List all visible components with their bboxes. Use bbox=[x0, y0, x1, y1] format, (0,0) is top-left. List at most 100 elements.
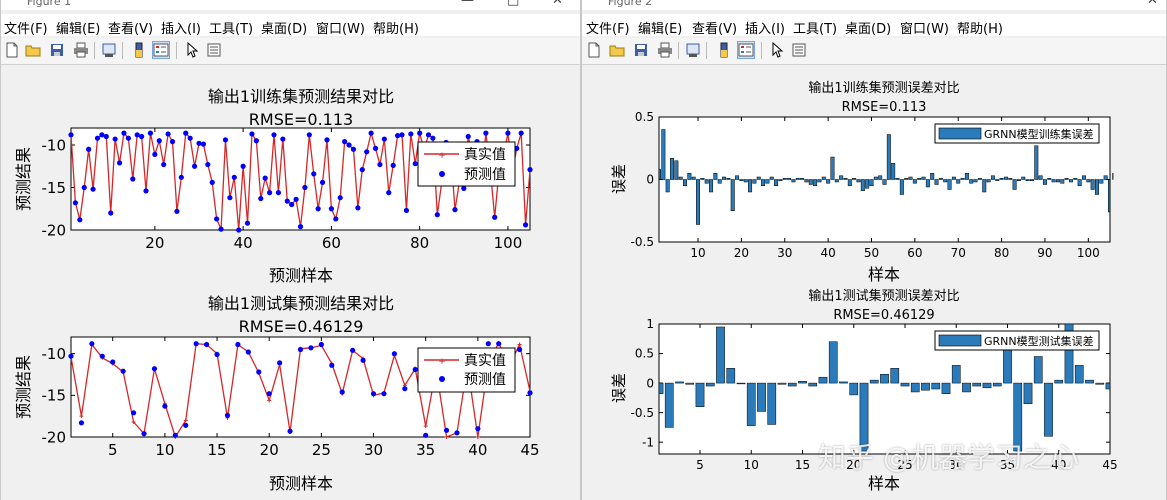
predicted-value-point bbox=[78, 420, 85, 426]
menu-insert[interactable]: 插入(I) bbox=[161, 18, 201, 37]
predicted-value-point bbox=[412, 161, 418, 167]
predicted-value-point bbox=[402, 386, 408, 392]
menu-desktop[interactable]: 桌面(D) bbox=[261, 18, 307, 37]
x-tick-label: 20 bbox=[145, 234, 164, 252]
menu-view[interactable]: 查看(V) bbox=[108, 18, 153, 37]
error-bar bbox=[921, 176, 926, 180]
predicted-value-point bbox=[522, 222, 529, 228]
figure-1-window: Figure 1 — □ ✕ 文件(F) 编辑(E) 查看(V) 插入(I) 工… bbox=[0, 0, 581, 500]
error-bar bbox=[992, 382, 1002, 387]
error-bar bbox=[869, 179, 874, 186]
predicted-value-point bbox=[99, 353, 105, 359]
legend-label: 真实值 bbox=[464, 353, 506, 369]
error-bar bbox=[700, 178, 705, 180]
menu-tools[interactable]: 工具(T) bbox=[209, 18, 253, 37]
predicted-value-point bbox=[227, 195, 233, 201]
error-bar bbox=[999, 178, 1004, 180]
legend-icon[interactable] bbox=[152, 41, 170, 59]
edit-plot-icon[interactable] bbox=[206, 42, 222, 58]
print-icon[interactable] bbox=[73, 42, 89, 58]
error-bar bbox=[900, 382, 910, 387]
predicted-value-point bbox=[147, 130, 154, 136]
open-folder-icon[interactable] bbox=[609, 42, 625, 58]
error-bar bbox=[778, 179, 783, 181]
predicted-value-point bbox=[391, 351, 397, 357]
predicted-value-point bbox=[256, 369, 262, 375]
menu-edit[interactable]: 编辑(E) bbox=[56, 18, 100, 37]
legend-icon[interactable] bbox=[737, 41, 755, 59]
predicted-value-point bbox=[139, 133, 145, 140]
predicted-value-point bbox=[518, 130, 524, 136]
predicted-value-point bbox=[527, 390, 533, 396]
menu-window[interactable]: 窗口(W) bbox=[900, 18, 949, 37]
error-bar bbox=[767, 382, 777, 425]
new-file-icon[interactable] bbox=[586, 42, 602, 58]
chart-title: 输出1测试集预测误差对比 bbox=[808, 288, 959, 304]
error-bar bbox=[1073, 178, 1078, 180]
save-icon[interactable] bbox=[633, 42, 649, 58]
error-bar bbox=[969, 179, 974, 184]
close-button[interactable]: ✕ bbox=[1147, 0, 1158, 8]
error-bar bbox=[713, 173, 718, 180]
print-preview-icon[interactable] bbox=[685, 42, 701, 58]
menu-view[interactable]: 查看(V) bbox=[692, 18, 737, 37]
save-icon[interactable] bbox=[49, 42, 65, 58]
menu-window[interactable]: 窗口(W) bbox=[316, 18, 365, 37]
pointer-icon[interactable] bbox=[770, 42, 786, 58]
error-bar bbox=[658, 169, 661, 180]
error-bar bbox=[800, 178, 805, 180]
error-bar bbox=[1044, 382, 1053, 437]
pointer-icon[interactable] bbox=[185, 42, 201, 58]
colorbar-icon[interactable] bbox=[716, 42, 732, 58]
predicted-value-point bbox=[90, 186, 96, 192]
error-bar bbox=[891, 163, 896, 180]
error-bar bbox=[821, 176, 826, 180]
error-bar bbox=[696, 179, 701, 225]
error-bar bbox=[791, 179, 796, 183]
menu-help[interactable]: 帮助(H) bbox=[957, 18, 1003, 37]
print-icon[interactable] bbox=[657, 42, 673, 58]
menu-file[interactable]: 文件(F) bbox=[4, 18, 48, 37]
print-preview-icon[interactable] bbox=[101, 42, 117, 58]
error-bar bbox=[904, 178, 909, 180]
error-bar bbox=[752, 179, 757, 184]
error-bar bbox=[795, 178, 800, 180]
menu-help[interactable]: 帮助(H) bbox=[373, 18, 419, 37]
predicted-value-point bbox=[403, 207, 410, 214]
predicted-value-point bbox=[324, 137, 330, 143]
menu-desktop[interactable]: 桌面(D) bbox=[845, 18, 891, 37]
legend-label: 预测值 bbox=[464, 372, 506, 388]
legend-label: GRNN模型测试集误差 bbox=[984, 334, 1094, 348]
menu-tools[interactable]: 工具(T) bbox=[793, 18, 837, 37]
x-axis-label: 预测样本 bbox=[269, 474, 333, 493]
error-bar bbox=[873, 176, 878, 180]
x-tick-label: 30 bbox=[364, 441, 383, 459]
error-bar bbox=[1074, 365, 1084, 384]
error-bar bbox=[817, 179, 822, 183]
error-bar bbox=[1054, 379, 1064, 384]
maximize-button[interactable]: □ bbox=[507, 0, 519, 8]
error-bar bbox=[658, 382, 664, 394]
error-bar bbox=[1003, 176, 1008, 180]
error-bar bbox=[1086, 179, 1091, 183]
colorbar-icon[interactable] bbox=[131, 42, 147, 58]
y-tick-label: -1 bbox=[642, 435, 654, 449]
menu-insert[interactable]: 插入(I) bbox=[745, 18, 785, 37]
predicted-value-point bbox=[235, 341, 241, 348]
minimize-button[interactable]: — bbox=[461, 0, 474, 8]
predicted-value-point bbox=[86, 146, 92, 152]
open-folder-icon[interactable] bbox=[25, 42, 41, 58]
error-bar bbox=[691, 176, 696, 180]
error-bar bbox=[1055, 179, 1060, 183]
predicted-value-point bbox=[236, 227, 242, 233]
new-file-icon[interactable] bbox=[4, 42, 20, 58]
error-bar bbox=[687, 173, 692, 180]
chart-subtitle: RMSE=0.113 bbox=[842, 100, 927, 115]
menu-edit[interactable]: 编辑(E) bbox=[638, 18, 682, 37]
legend-label: GRNN模型训练集误差 bbox=[984, 127, 1094, 141]
menu-file[interactable]: 文件(F) bbox=[586, 18, 630, 37]
y-tick-label: -0.5 bbox=[631, 235, 654, 249]
error-bar bbox=[1085, 379, 1094, 384]
edit-plot-icon[interactable] bbox=[791, 42, 807, 58]
close-button[interactable]: ✕ bbox=[552, 0, 563, 8]
